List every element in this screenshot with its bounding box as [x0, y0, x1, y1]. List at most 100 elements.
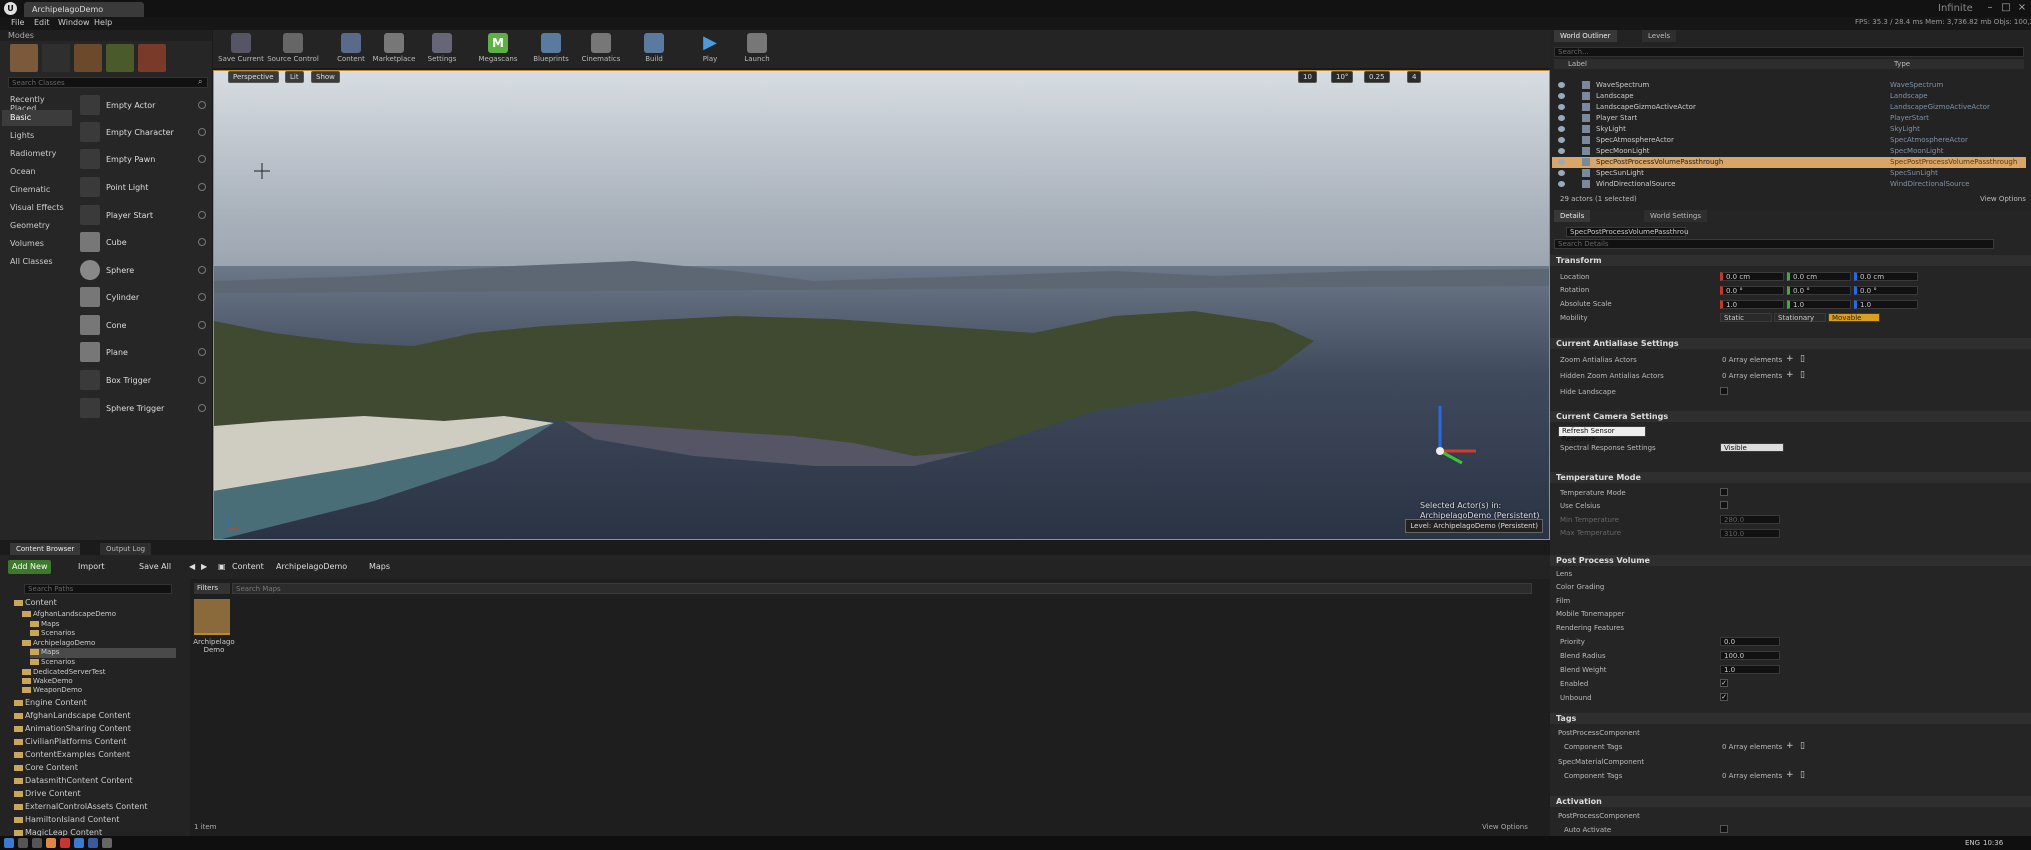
cat-ocean[interactable]: Ocean — [2, 164, 72, 180]
section-tags[interactable]: Tags — [1550, 713, 2031, 724]
use-celsius-checkbox[interactable] — [1720, 501, 1728, 509]
cat-basic[interactable]: Basic — [2, 110, 72, 126]
trash-icon[interactable]: ▯ — [1800, 370, 1805, 380]
scale-label[interactable]: Absolute Scale — [1560, 300, 1612, 308]
ppv-group-lens[interactable]: Lens — [1556, 570, 1572, 578]
trash-icon[interactable]: ▯ — [1800, 770, 1805, 780]
section-temperature[interactable]: Temperature Mode — [1550, 472, 2031, 483]
rotation-x[interactable]: 0.0 ° — [1720, 286, 1784, 295]
tree-root[interactable]: Engine Content — [14, 698, 87, 711]
menu-edit[interactable]: Edit — [34, 18, 50, 27]
eye-icon[interactable] — [1558, 137, 1565, 143]
place-item-player-start[interactable]: Player Start — [76, 203, 208, 229]
place-item-cone[interactable]: Cone — [76, 313, 208, 339]
geometry-mode-icon[interactable] — [138, 44, 166, 72]
place-item-cube[interactable]: Cube — [76, 230, 208, 256]
tree-root[interactable]: AfghanLandscape Content — [14, 711, 130, 724]
temperature-mode-checkbox[interactable] — [1720, 488, 1728, 496]
place-item-empty-actor[interactable]: Empty Actor — [76, 93, 208, 119]
save-all-button[interactable]: Save All — [135, 560, 175, 574]
eye-icon[interactable] — [1558, 159, 1565, 165]
tree-root[interactable]: DatasmithContent Content — [14, 776, 133, 789]
place-item-empty-pawn[interactable]: Empty Pawn — [76, 147, 208, 173]
forward-arrow-icon[interactable]: ▶ — [197, 560, 211, 574]
outliner-row-selected[interactable]: SpecPostProcessVolumePassthrough SpecPost… — [1552, 157, 2026, 168]
scale-snap-value[interactable]: 0.25 — [1364, 71, 1390, 83]
cat-visual-effects[interactable]: Visual Effects — [2, 200, 72, 216]
outliner-view-options[interactable]: View Options — [1980, 195, 2026, 203]
tab-world-outliner[interactable]: World Outliner — [1554, 30, 1617, 42]
minimize-icon[interactable]: – — [1982, 2, 1998, 15]
outliner-row[interactable]: WaveSpectrum WaveSpectrum — [1552, 80, 2026, 91]
breadcrumb-content[interactable]: Content — [228, 560, 268, 574]
add-element-icon[interactable]: + — [1786, 741, 1794, 751]
rotation-snap-value[interactable]: 10° — [1331, 71, 1354, 83]
trash-icon[interactable]: ▯ — [1800, 741, 1805, 751]
filters-button[interactable]: Filters — [194, 583, 230, 594]
menu-window[interactable]: Window — [58, 18, 90, 27]
mobility-static[interactable]: Static — [1720, 313, 1772, 322]
type-column[interactable]: Type — [1894, 60, 1910, 68]
import-button[interactable]: Import — [74, 560, 109, 574]
priority-field[interactable]: 0.0 — [1720, 637, 1780, 646]
activation-component-label[interactable]: PostProcessComponent — [1558, 812, 1640, 820]
place-item-empty-character[interactable]: Empty Character — [76, 120, 208, 146]
save-current-button[interactable]: Save Current — [213, 32, 269, 66]
scale-x[interactable]: 1.0 — [1720, 300, 1784, 309]
rotation-z[interactable]: 0.0 ° — [1854, 286, 1918, 295]
tab-world-settings[interactable]: World Settings — [1644, 210, 1707, 222]
map-asset-thumbnail[interactable] — [194, 599, 230, 635]
add-element-icon[interactable]: + — [1786, 370, 1794, 380]
landscape-mode-icon[interactable] — [74, 44, 102, 72]
scale-y[interactable]: 1.0 — [1787, 300, 1851, 309]
min-temperature-field[interactable]: 280.0 — [1720, 515, 1780, 524]
app-icon[interactable] — [60, 838, 70, 848]
outliner-row[interactable]: SpecSunLight SpecSunLight — [1552, 168, 2026, 179]
post-process-component-label[interactable]: PostProcessComponent — [1558, 729, 1640, 737]
perspective-button[interactable]: Perspective — [228, 71, 279, 83]
menu-help[interactable]: Help — [94, 18, 112, 27]
outliner-search-input[interactable]: Search... — [1554, 47, 2024, 57]
spec-material-component-label[interactable]: SpecMaterialComponent — [1558, 758, 1644, 766]
outliner-row[interactable]: LandscapeGizmoActiveActor LandscapeGizmoA… — [1552, 102, 2026, 113]
tab-details[interactable]: Details — [1554, 210, 1591, 222]
outliner-row[interactable]: Player Start PlayerStart — [1552, 113, 2026, 124]
outliner-row[interactable]: WindDirectionalSource WindDirectionalSour… — [1552, 179, 2026, 190]
unreal-taskbar-icon[interactable] — [102, 838, 112, 848]
cat-radiometry[interactable]: Radiometry — [2, 146, 72, 162]
enabled-checkbox[interactable]: ✓ — [1720, 679, 1728, 687]
cat-recently-placed[interactable]: Recently Placed — [2, 92, 72, 113]
asset-view-options[interactable]: View Options — [1482, 823, 1528, 831]
settings-button[interactable]: Settings — [414, 32, 470, 66]
spectral-response-select[interactable]: Visible — [1720, 443, 1784, 452]
scale-z[interactable]: 1.0 — [1854, 300, 1918, 309]
tab-content-browser[interactable]: Content Browser — [10, 543, 81, 555]
tree-item[interactable]: WeaponDemo — [22, 686, 82, 696]
tree-item[interactable]: Scenarios — [30, 658, 75, 668]
place-item-cylinder[interactable]: Cylinder — [76, 285, 208, 311]
blueprints-button[interactable]: Blueprints — [523, 32, 579, 66]
tree-root[interactable]: Core Content — [14, 763, 78, 776]
level-tab[interactable]: ArchipelagoDemo — [24, 2, 144, 17]
outliner-row[interactable]: SpecMoonLight SpecMoonLight — [1552, 146, 2026, 157]
search-icon[interactable] — [18, 838, 28, 848]
cat-lights[interactable]: Lights — [2, 128, 72, 144]
task-view-icon[interactable] — [32, 838, 42, 848]
refresh-sensor-button[interactable]: Refresh Sensor Response — [1558, 426, 1646, 443]
megascans-button[interactable]: M Megascans — [470, 32, 526, 66]
rotation-label[interactable]: Rotation — [1560, 286, 1589, 294]
outliner-row[interactable]: Landscape Landscape — [1552, 91, 2026, 102]
menu-file[interactable]: File — [11, 18, 24, 27]
place-item-box-trigger[interactable]: Box Trigger — [76, 368, 208, 394]
windows-start-icon[interactable] — [4, 838, 14, 848]
eye-icon[interactable] — [1558, 93, 1565, 99]
cat-cinematic[interactable]: Cinematic — [2, 182, 72, 198]
section-transform[interactable]: Transform — [1550, 255, 2031, 266]
location-x[interactable]: 0.0 cm — [1720, 272, 1784, 281]
place-mode-icon[interactable] — [10, 44, 38, 72]
place-item-sphere[interactable]: Sphere — [76, 258, 208, 284]
search-paths-input[interactable]: Search Paths — [24, 584, 172, 594]
eye-icon[interactable] — [1558, 104, 1565, 110]
tree-item-selected[interactable]: Maps — [30, 648, 176, 658]
build-button[interactable]: Build — [626, 32, 682, 66]
